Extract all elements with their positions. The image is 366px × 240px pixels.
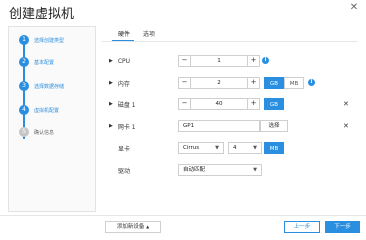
- display-count-select[interactable]: 4 ▼: [228, 142, 262, 154]
- memory-decrement-button[interactable]: −: [179, 77, 191, 89]
- memory-info-icon[interactable]: i: [308, 79, 315, 86]
- dialog-title: 创建虚拟机: [9, 7, 75, 22]
- wizard-steps: 1 选择创建类型 2 基本配置 3 选择数据存储 4 虚拟机配置 5 确认信息: [8, 26, 96, 212]
- cpu-decrement-button[interactable]: −: [179, 55, 191, 67]
- disk-stepper: − 40 +: [178, 98, 260, 110]
- expand-caret-icon: ▶: [109, 80, 113, 86]
- tab-options[interactable]: 选项: [143, 29, 155, 38]
- create-vm-dialog: 创建虚拟机 ✕ 1 选择创建类型 2 基本配置 3 选择数据存储 4 虚拟机配置…: [0, 0, 366, 240]
- step-2[interactable]: 2 基本配置: [19, 56, 54, 68]
- chevron-down-icon: ▼: [215, 145, 219, 151]
- driver-value: 自动匹配: [183, 167, 206, 173]
- disk-increment-button[interactable]: +: [247, 98, 259, 110]
- disk-unit-gb[interactable]: GB: [264, 98, 284, 110]
- remove-nic-icon[interactable]: ✕: [343, 123, 349, 130]
- cpu-row-toggle[interactable]: ▶ CPU: [109, 55, 130, 67]
- display-unit-mb[interactable]: MB: [264, 142, 284, 154]
- driver-label: 驱动: [118, 167, 131, 175]
- memory-unit-gb[interactable]: GB: [264, 77, 284, 89]
- nic-select-button[interactable]: 选择: [260, 120, 288, 132]
- step-4[interactable]: 4 虚拟机配置: [19, 104, 59, 116]
- disk-decrement-button[interactable]: −: [179, 98, 191, 110]
- nic-label: 网卡 1: [117, 123, 136, 131]
- caret-up-icon: ▲: [146, 224, 150, 229]
- display-label: 显卡: [118, 145, 131, 153]
- memory-increment-button[interactable]: +: [247, 77, 259, 89]
- display-count-value: 4: [233, 145, 237, 151]
- step-label: 选择创建类型: [34, 37, 65, 44]
- cpu-increment-button[interactable]: +: [247, 55, 259, 67]
- expand-caret-icon: ▶: [109, 123, 113, 129]
- step-5[interactable]: 5 确认信息: [19, 126, 54, 138]
- step-number: 1: [19, 35, 29, 45]
- memory-stepper: − 2 +: [178, 77, 260, 89]
- expand-caret-icon: ▶: [109, 101, 113, 107]
- add-device-button[interactable]: 添加新设备 ▲: [105, 221, 161, 233]
- nic-network-input[interactable]: GP1: [178, 120, 260, 132]
- tab-hardware[interactable]: 硬件: [118, 29, 130, 38]
- next-button[interactable]: 下一步: [325, 221, 360, 233]
- display-model-select[interactable]: Cirrus ▼: [178, 142, 224, 154]
- cpu-value[interactable]: 1: [191, 56, 247, 66]
- step-number: 3: [19, 81, 29, 91]
- cpu-stepper: − 1 +: [178, 55, 260, 67]
- close-icon[interactable]: ✕: [349, 3, 359, 13]
- memory-unit-mb[interactable]: MB: [284, 77, 304, 89]
- disk-row-toggle[interactable]: ▶ 磁盘 1: [109, 98, 136, 110]
- step-label: 选择数据存储: [34, 83, 65, 90]
- footer-divider: [0, 215, 366, 216]
- remove-disk-icon[interactable]: ✕: [343, 101, 349, 108]
- chevron-down-icon: ▼: [253, 167, 257, 173]
- tab-bar: 硬件 选项: [112, 29, 272, 41]
- step-number: 4: [19, 105, 29, 115]
- cpu-label: CPU: [117, 57, 131, 65]
- previous-button[interactable]: 上一步: [284, 221, 320, 233]
- expand-caret-icon: ▶: [109, 58, 113, 64]
- cpu-info-icon[interactable]: i: [262, 57, 269, 64]
- disk-value[interactable]: 40: [191, 99, 247, 109]
- step-3[interactable]: 3 选择数据存储: [19, 80, 64, 92]
- step-label: 基本配置: [34, 59, 55, 66]
- add-device-label: 添加新设备: [116, 224, 145, 230]
- step-number: 2: [19, 57, 29, 67]
- step-label: 虚拟机配置: [34, 107, 60, 114]
- disk-label: 磁盘 1: [117, 101, 136, 109]
- tab-divider: [102, 41, 358, 42]
- memory-label: 内存: [117, 80, 130, 88]
- step-1[interactable]: 1 选择创建类型: [19, 34, 64, 46]
- memory-row-toggle[interactable]: ▶ 内存: [109, 77, 130, 89]
- display-model-value: Cirrus: [183, 145, 200, 151]
- nic-row-toggle[interactable]: ▶ 网卡 1: [109, 120, 136, 132]
- driver-select[interactable]: 自动匹配 ▼: [178, 164, 262, 176]
- chevron-down-icon: ▼: [253, 145, 257, 151]
- step-number: 5: [19, 127, 29, 137]
- step-label: 确认信息: [34, 129, 55, 136]
- memory-value[interactable]: 2: [191, 78, 247, 88]
